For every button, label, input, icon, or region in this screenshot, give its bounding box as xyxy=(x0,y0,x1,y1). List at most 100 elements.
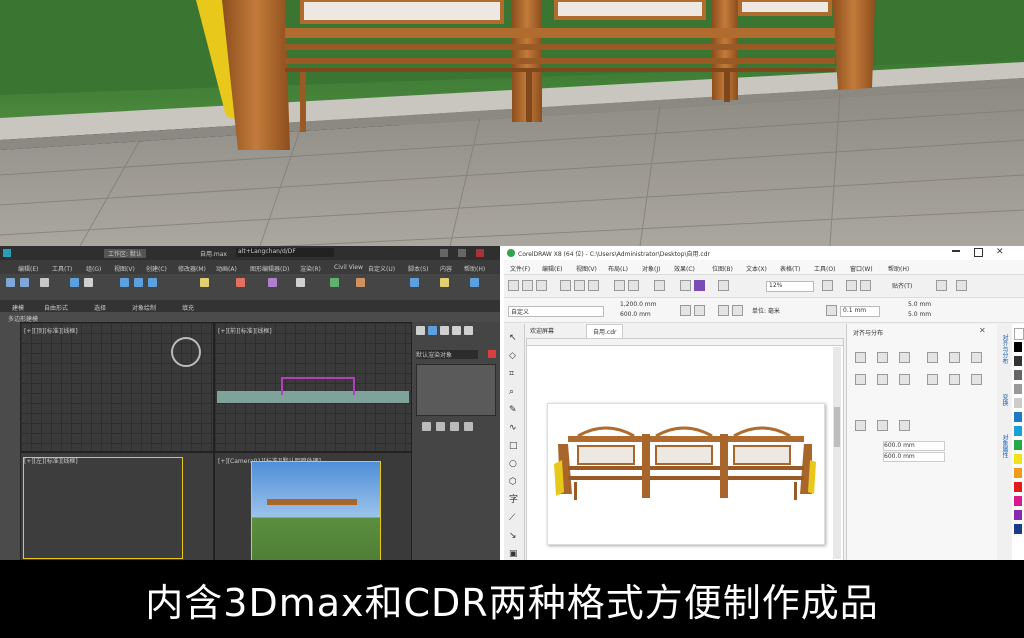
rectangle-tool-icon[interactable]: □ xyxy=(509,442,518,451)
rulers-icon[interactable] xyxy=(846,280,857,291)
align-to-grid-icon[interactable] xyxy=(877,420,888,431)
cdr-close-icon[interactable]: ✕ xyxy=(996,247,1006,257)
max-menu-customize[interactable]: 自定义(U) xyxy=(368,264,395,273)
ribbon-tab-selection[interactable]: 选择 xyxy=(94,303,106,312)
swatch-gray-90[interactable] xyxy=(1014,356,1022,366)
copy-icon[interactable] xyxy=(574,280,585,291)
ellipse-tool-icon[interactable]: ○ xyxy=(509,460,518,469)
duplicate-x-field[interactable]: 5.0 mm xyxy=(908,301,931,308)
open-icon[interactable] xyxy=(522,280,533,291)
viewport-front[interactable]: [+][前][标准][线框] xyxy=(214,322,412,452)
swatch-cyan[interactable] xyxy=(1014,426,1022,436)
scrollbar-thumb[interactable] xyxy=(834,407,840,447)
teapot-render-icon[interactable] xyxy=(470,278,479,287)
cdr-minimize-icon[interactable] xyxy=(952,250,960,252)
tab-document[interactable]: 自用.cdr xyxy=(586,324,624,338)
viewport-top[interactable]: [+][顶][标准][线框] xyxy=(20,322,214,452)
landscape-icon[interactable] xyxy=(694,305,705,316)
pin-stack-icon[interactable] xyxy=(422,422,431,431)
redo-icon[interactable] xyxy=(20,278,29,287)
portrait-icon[interactable] xyxy=(680,305,691,316)
max-menu-create[interactable]: 创建(C) xyxy=(146,264,167,273)
swatch-orange[interactable] xyxy=(1014,468,1022,478)
max-menu-tools[interactable]: 工具(T) xyxy=(52,264,72,273)
polygon-tool-icon[interactable]: ⬡ xyxy=(509,478,518,487)
modifier-stack-list[interactable] xyxy=(416,364,496,416)
search-icon[interactable] xyxy=(654,280,665,291)
cdr-menu-window[interactable]: 窗口(W) xyxy=(850,264,873,273)
show-end-result-icon[interactable] xyxy=(436,422,445,431)
swatch-gray-50[interactable] xyxy=(1014,384,1022,394)
freehand-tool-icon[interactable]: ✎ xyxy=(509,406,518,415)
interactive-fill-icon[interactable]: ▣ xyxy=(509,550,518,559)
cdr-maximize-icon[interactable] xyxy=(974,248,983,257)
docker-y-field[interactable]: 600.0 mm xyxy=(883,452,945,462)
modify-tab-icon[interactable] xyxy=(428,326,437,335)
snap-to-menu[interactable]: 贴齐(T) xyxy=(892,281,912,290)
page-width-field[interactable]: 1,200.0 mm xyxy=(620,301,657,308)
swatch-black[interactable] xyxy=(1014,342,1022,352)
align-to-page-icon[interactable] xyxy=(855,420,866,431)
import-icon[interactable] xyxy=(680,280,691,291)
zoom-level-field[interactable]: 12% xyxy=(766,281,814,292)
move-icon[interactable] xyxy=(120,278,129,287)
cdr-menu-effects[interactable]: 效果(C) xyxy=(674,264,695,273)
snap-icon[interactable] xyxy=(200,278,209,287)
max-menu-modifiers[interactable]: 修改器(M) xyxy=(178,264,206,273)
duplicate-y-field[interactable]: 5.0 mm xyxy=(908,311,931,318)
cdr-menu-file[interactable]: 文件(F) xyxy=(510,264,530,273)
docker-close-icon[interactable]: ✕ xyxy=(979,327,987,335)
align-left-icon[interactable] xyxy=(855,352,866,363)
vertical-scrollbar[interactable] xyxy=(833,347,841,559)
docker-x-field[interactable]: 600.0 mm xyxy=(883,441,945,451)
max-menu-edit[interactable]: 编辑(E) xyxy=(18,264,38,273)
swatch-red[interactable] xyxy=(1014,482,1022,492)
align-icon[interactable] xyxy=(268,278,277,287)
distribute-top-icon[interactable] xyxy=(927,374,938,385)
grid-icon[interactable] xyxy=(860,280,871,291)
link-icon[interactable] xyxy=(40,278,49,287)
maximize-icon[interactable] xyxy=(458,249,466,257)
options-gear-icon[interactable] xyxy=(936,280,947,291)
distribute-right-icon[interactable] xyxy=(899,374,910,385)
cdr-menu-bitmaps[interactable]: 位图(B) xyxy=(712,264,733,273)
swatch-yellow[interactable] xyxy=(1014,454,1022,464)
distribute-left-icon[interactable] xyxy=(855,374,866,385)
render-icon[interactable] xyxy=(440,278,449,287)
parallel-dimension-icon[interactable]: ⟋ xyxy=(509,514,518,523)
object-name-field[interactable]: 默认渲染对象 xyxy=(416,350,478,359)
swatch-magenta[interactable] xyxy=(1014,496,1022,506)
swatch-navy[interactable] xyxy=(1014,524,1022,534)
current-page-icon[interactable] xyxy=(732,305,743,316)
swatch-blue[interactable] xyxy=(1014,412,1022,422)
material-editor-icon[interactable] xyxy=(330,278,339,287)
align-center-h-icon[interactable] xyxy=(877,352,888,363)
make-unique-icon[interactable] xyxy=(450,422,459,431)
cdr-menu-view[interactable]: 视图(V) xyxy=(576,264,597,273)
select-region-icon[interactable] xyxy=(84,278,93,287)
undo-icon[interactable] xyxy=(614,280,625,291)
units-select[interactable]: 单位: 毫米 xyxy=(752,306,780,315)
drawing-page[interactable] xyxy=(547,403,825,545)
all-pages-icon[interactable] xyxy=(718,305,729,316)
ribbon-tab-populate[interactable]: 填充 xyxy=(182,303,194,312)
cdr-menu-edit[interactable]: 编辑(E) xyxy=(542,264,562,273)
viewcube-icon[interactable] xyxy=(171,337,201,367)
max-menu-content[interactable]: 内容 xyxy=(440,264,452,273)
align-top-icon[interactable] xyxy=(927,352,938,363)
max-menu-group[interactable]: 组(G) xyxy=(86,264,101,273)
max-menu-scripting[interactable]: 脚本(S) xyxy=(408,264,429,273)
viewport-camera[interactable]: [+][Camera01][标准][默认明暗处理] xyxy=(214,452,412,560)
pick-tool-icon[interactable]: ↖ xyxy=(509,334,518,343)
viewport-left[interactable]: [+][左][标准][线框] xyxy=(20,452,214,560)
swatch-purple[interactable] xyxy=(1014,510,1022,520)
ribbon-tab-object-paint[interactable]: 对象绘制 xyxy=(132,303,156,312)
align-to-point-icon[interactable] xyxy=(899,420,910,431)
ribbon-tab-modeling[interactable]: 建模 xyxy=(12,303,24,312)
cdr-drawing-canvas[interactable] xyxy=(526,338,844,560)
object-color-swatch[interactable] xyxy=(488,350,496,358)
side-tab-align[interactable]: 对齐与分布 xyxy=(1000,334,1009,364)
cdr-menu-object[interactable]: 对象(J) xyxy=(642,264,660,273)
swatch-green[interactable] xyxy=(1014,440,1022,450)
nudge-distance-field[interactable]: 0.1 mm xyxy=(840,306,880,317)
